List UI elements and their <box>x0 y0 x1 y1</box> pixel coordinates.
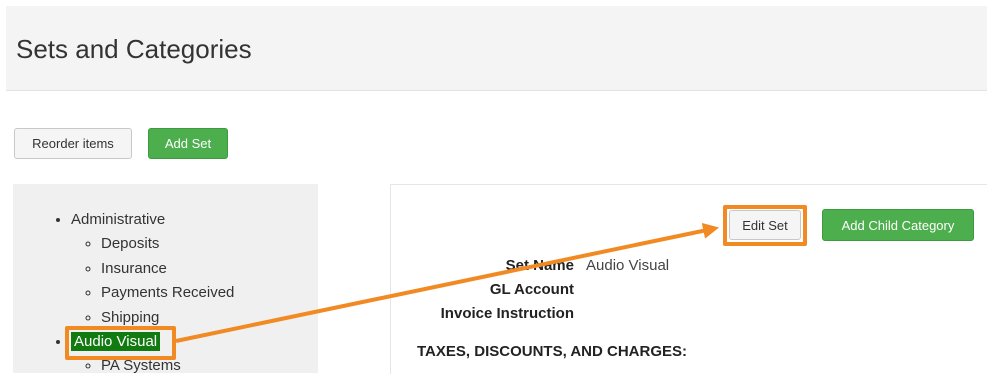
category-tree-sidebar: Administrative Deposits Insurance Paymen… <box>13 184 318 373</box>
page-title: Sets and Categories <box>16 34 252 64</box>
tree-item-audio-visual[interactable]: Audio Visual PA Systems <box>71 330 318 373</box>
tree-children: Deposits Insurance Payments Received Shi… <box>71 232 318 330</box>
edit-set-button[interactable]: Edit Set <box>729 210 801 240</box>
tree-child-item[interactable]: Insurance <box>101 257 318 282</box>
tree-child-item[interactable]: Deposits <box>101 232 318 257</box>
tree-item-administrative[interactable]: Administrative Deposits Insurance Paymen… <box>71 208 318 330</box>
tree-child-item[interactable]: Payments Received <box>101 281 318 306</box>
add-child-category-button[interactable]: Add Child Category <box>822 209 974 241</box>
set-name-value: Audio Visual <box>586 257 670 274</box>
taxes-section-heading: TAXES, DISCOUNTS, AND CHARGES: <box>417 343 688 360</box>
tree-child-item[interactable]: Shipping <box>101 306 318 331</box>
set-name-label: Set Name <box>505 257 574 274</box>
tree-children: PA Systems <box>71 354 318 373</box>
page-header: Sets and Categories <box>6 6 987 91</box>
invoice-instruction-label: Invoice Instruction <box>440 305 574 322</box>
add-set-button[interactable]: Add Set <box>148 128 228 159</box>
tree-item-label-selected[interactable]: Audio Visual <box>71 332 161 351</box>
tree-child-item[interactable]: PA Systems <box>101 354 318 373</box>
reorder-items-button[interactable]: Reorder items <box>14 128 132 159</box>
tree-item-label[interactable]: Administrative <box>71 211 165 228</box>
gl-account-label: GL Account <box>489 281 574 298</box>
category-tree: Administrative Deposits Insurance Paymen… <box>13 208 318 373</box>
